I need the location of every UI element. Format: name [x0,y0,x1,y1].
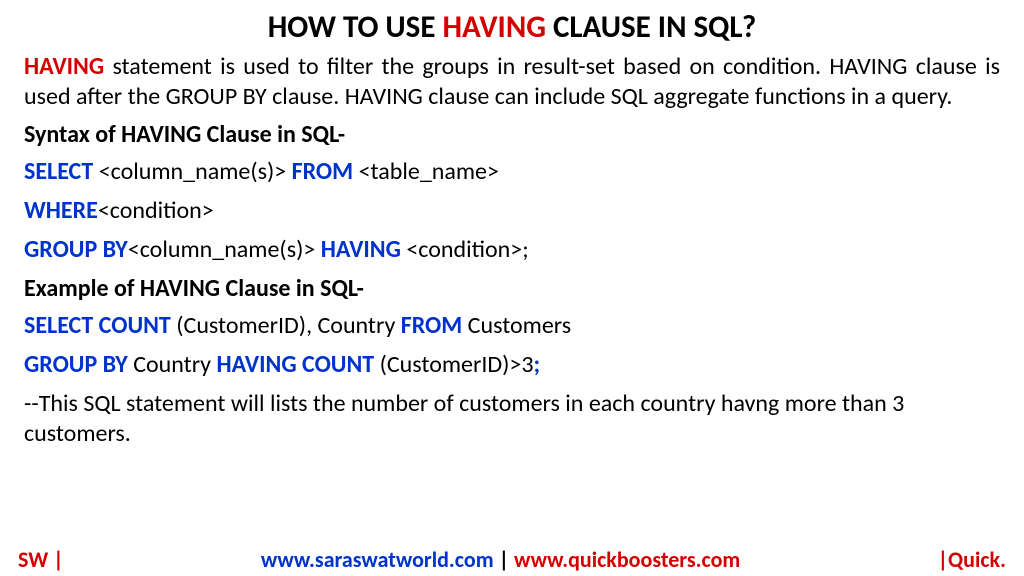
syntax-l2-t1: <condition> [98,196,214,225]
syntax-line-2: WHERE<condition> [24,196,1000,225]
desc-rest: statement is used to filter the groups i… [24,52,1000,111]
kw-groupby2: GROUP BY [24,350,128,379]
syntax-line-3: GROUP BY<column_name(s)> HAVING <conditi… [24,235,1000,264]
kw-semicolon: ; [534,350,541,379]
kw-select: SELECT [24,157,93,186]
syntax-line-1: SELECT <column_name(s)> FROM <table_name… [24,157,1000,186]
kw-from: FROM [292,157,354,186]
example-comment: --This SQL statement will lists the numb… [24,389,1000,449]
footer-sep: | [494,546,514,573]
example-line-2: GROUP BY Country HAVING COUNT (CustomerI… [24,350,1000,379]
description-paragraph: HAVING statement is used to filter the g… [24,52,1000,112]
syntax-l1-t1: <column_name(s)> [93,157,291,186]
page-title: HOW TO USE HAVING CLAUSE IN SQL? [24,8,1000,46]
footer-url-1: www.saraswatworld.com [261,546,494,573]
example-line-1: SELECT COUNT (CustomerID), Country FROM … [24,311,1000,340]
ex-l2-t2: (CustomerID)>3 [374,350,533,379]
title-after: CLAUSE IN SQL? [546,8,756,46]
syntax-l3-t1: <column_name(s)> [128,235,321,264]
syntax-l1-t2: <table_name> [353,157,499,186]
ex-l1-t2: Customers [462,311,571,340]
title-highlight: HAVING [442,8,546,46]
footer-mid: www.saraswatworld.com | www.quickbooster… [261,546,740,573]
footer-url-2: www.quickboosters.com [514,546,740,573]
syntax-heading: Syntax of HAVING Clause in SQL- [24,120,1000,149]
ex-l1-t1: (CustomerID), Country [171,311,401,340]
kw-selectcount: SELECT COUNT [24,311,171,340]
footer: SW | www.saraswatworld.com | www.quickbo… [0,546,1024,573]
kw-having: HAVING [321,235,401,264]
footer-left: SW | [18,546,64,573]
kw-havingcount: HAVING COUNT [216,350,374,379]
example-heading: Example of HAVING Clause in SQL- [24,274,1000,303]
syntax-l3-t2: <condition>; [401,235,529,264]
ex-l2-t1: Country [128,350,217,379]
title-before: HOW TO USE [268,8,443,46]
kw-from2: FROM [401,311,463,340]
kw-groupby: GROUP BY [24,235,128,264]
desc-lead: HAVING [24,52,104,81]
kw-where: WHERE [24,196,98,225]
footer-right: |Quick. [938,546,1006,573]
